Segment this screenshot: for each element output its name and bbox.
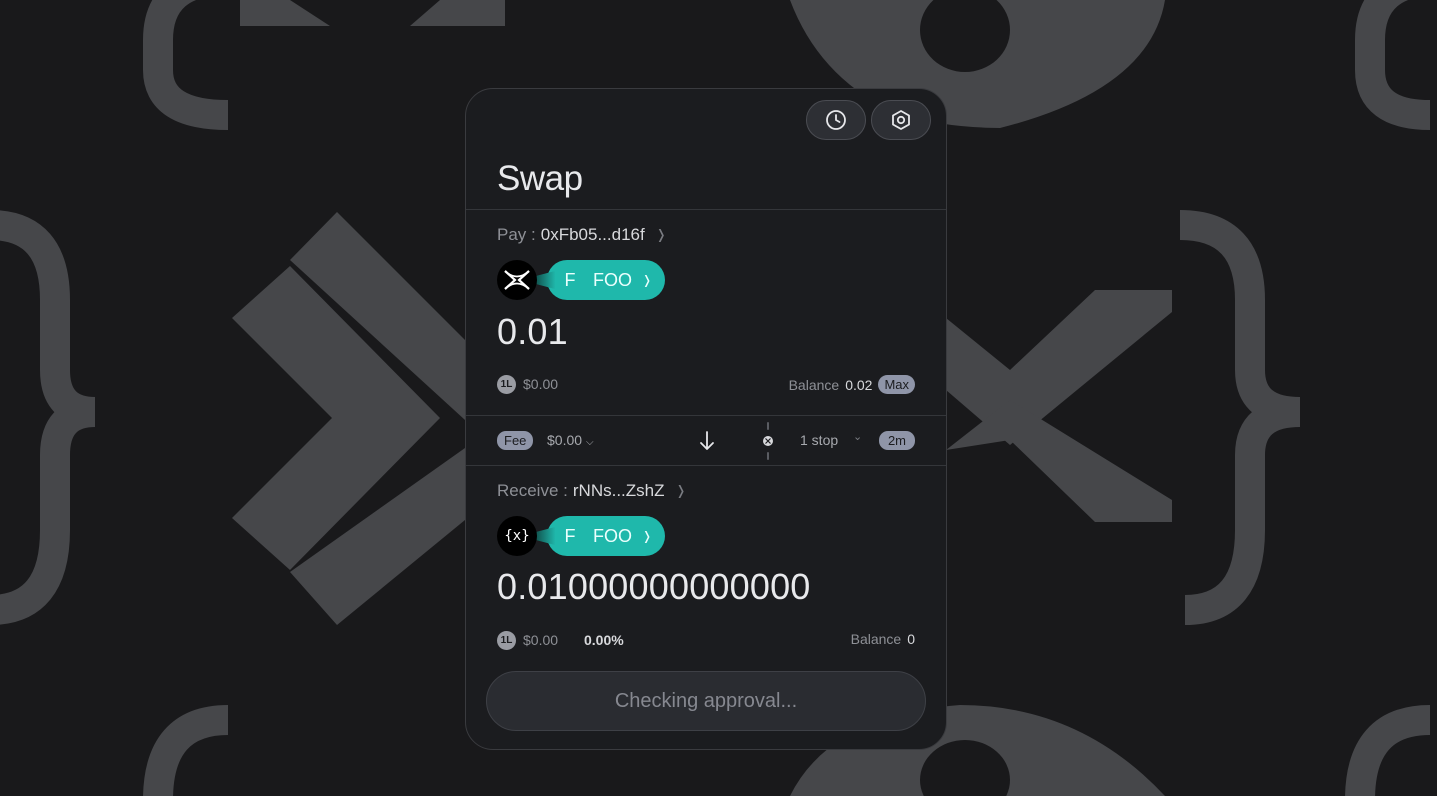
chevron-down-icon[interactable]: ⌄ <box>853 430 862 443</box>
receive-balance: Balance 0 <box>851 631 915 647</box>
pay-balance: Balance 0.02 Max <box>789 375 915 394</box>
pay-address-selector[interactable]: Pay : 0xFb05...d16f ❭ <box>497 225 667 245</box>
token-symbol: FOO <box>593 269 632 290</box>
clock-icon <box>826 110 846 130</box>
divider <box>466 209 946 210</box>
chevron-decoration <box>410 0 505 26</box>
fee-row: Fee $0.00 ⌵ 1 stop ⌄ 2m <box>497 422 915 460</box>
receive-address: rNNs...ZshZ <box>572 481 665 500</box>
receive-amount: 0.01000000000000 <box>497 566 811 607</box>
usd-icon: 1L <box>497 631 516 650</box>
route-icon <box>763 422 773 460</box>
brace-decoration <box>143 0 229 130</box>
divider <box>466 465 946 466</box>
pay-address: 0xFb05...d16f <box>540 225 645 244</box>
approval-button[interactable]: Checking approval... <box>486 671 926 731</box>
receive-address-selector[interactable]: Receive : rNNs...ZshZ ❭ <box>497 481 686 501</box>
balance-label: Balance <box>788 376 840 393</box>
time-estimate-badge: 2m <box>878 431 915 450</box>
fee-badge: Fee <box>497 431 534 450</box>
brace-decoration <box>1345 705 1431 796</box>
brace-decoration <box>1179 210 1301 625</box>
fee-value-dropdown[interactable]: $0.00 ⌵ <box>547 432 594 448</box>
brace-decoration <box>143 705 229 796</box>
gear-icon <box>892 110 910 130</box>
brace-decoration <box>0 210 96 625</box>
pay-usd-value: $0.00 <box>523 376 559 392</box>
receive-usd-value: $0.00 <box>523 632 559 648</box>
pay-token-selector[interactable]: F FOO ❭ <box>497 260 667 300</box>
pay-label: Pay : <box>497 225 536 244</box>
curly-x-logo-icon: {x} <box>497 516 537 556</box>
history-button[interactable] <box>806 100 866 140</box>
chevron-right-icon: ❭ <box>642 273 653 287</box>
settings-button[interactable] <box>871 100 931 140</box>
token-symbol: FOO <box>593 525 632 546</box>
route-stops[interactable]: 1 stop <box>800 432 838 448</box>
x-logo-decoration <box>946 290 1172 445</box>
receive-label: Receive : <box>497 481 568 500</box>
receive-token-selector[interactable]: {x} F FOO ❭ <box>497 516 667 556</box>
usd-icon: 1L <box>497 375 516 394</box>
receive-meta-row: 1L $0.00 0.00% Balance 0 <box>497 630 915 652</box>
max-button[interactable]: Max <box>878 375 915 394</box>
brace-decoration <box>1355 0 1431 130</box>
chevron-right-icon: ❭ <box>642 529 653 543</box>
fee-value: $0.00 <box>547 432 583 448</box>
chevron-down-icon: ⌵ <box>585 437 594 448</box>
pay-amount-input[interactable]: 0.01 <box>497 311 568 353</box>
pay-meta-row: 1L $0.00 Balance 0.02 Max <box>497 374 915 396</box>
x-logo-icon <box>497 260 537 300</box>
swap-card: Swap Pay : 0xFb05...d16f ❭ F FOO ❭ 0.01 … <box>465 88 947 750</box>
receive-token-pill[interactable]: F FOO ❭ <box>547 516 665 556</box>
balance-label: Balance <box>850 631 902 647</box>
swap-direction-button[interactable] <box>698 429 716 453</box>
price-impact: 0.00% <box>584 632 624 648</box>
chevron-decoration <box>240 0 330 26</box>
chevron-right-icon: ❭ <box>655 227 667 242</box>
pay-token-pill[interactable]: F FOO ❭ <box>547 260 665 300</box>
balance-value: 0.02 <box>845 376 873 393</box>
chevron-right-icon: ❭ <box>675 483 687 498</box>
balance-value: 0 <box>907 631 915 647</box>
divider <box>466 415 946 416</box>
page-title: Swap <box>497 159 583 198</box>
